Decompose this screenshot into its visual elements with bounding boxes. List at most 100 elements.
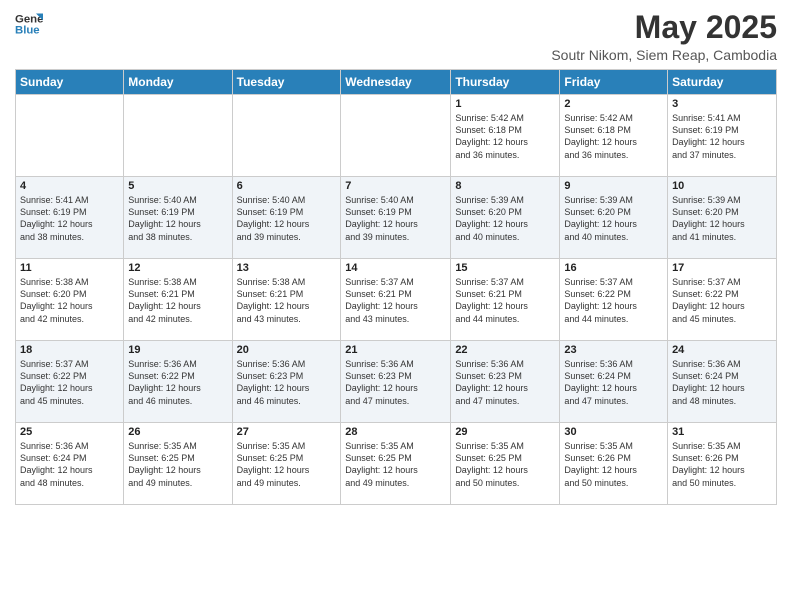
cell-info: Sunrise: 5:35 AM Sunset: 6:26 PM Dayligh… — [564, 440, 663, 489]
cell-info: Sunrise: 5:35 AM Sunset: 6:25 PM Dayligh… — [345, 440, 446, 489]
calendar-week-row: 1 Sunrise: 5:42 AM Sunset: 6:18 PM Daylig… — [16, 95, 777, 177]
day-number: 14 — [345, 262, 446, 274]
calendar-cell: 24Sunrise: 5:36 AM Sunset: 6:24 PM Dayli… — [668, 341, 777, 423]
calendar-cell: 20 Sunrise: 5:36 AM Sunset: 6:23 PM Dayli… — [232, 341, 341, 423]
calendar-cell: 27Sunrise: 5:35 AM Sunset: 6:25 PM Dayli… — [232, 423, 341, 505]
cell-info: Sunrise: 5:39 AM Sunset: 6:20 PM Dayligh… — [455, 194, 555, 243]
day-number: 20 — [237, 344, 337, 356]
day-header-thursday: Thursday — [451, 70, 560, 95]
calendar-cell: 2Sunrise: 5:42 AM Sunset: 6:18 PM Daylig… — [560, 95, 668, 177]
cell-info: Sunrise: 5:35 AM Sunset: 6:25 PM Dayligh… — [455, 440, 555, 489]
calendar-cell: 23 Sunrise: 5:36 AM Sunset: 6:24 PM Dayli… — [560, 341, 668, 423]
calendar-cell: 1 Sunrise: 5:42 AM Sunset: 6:18 PM Daylig… — [451, 95, 560, 177]
day-number: 15 — [455, 262, 555, 274]
day-number: 12 — [128, 262, 227, 274]
cell-info: Sunrise: 5:40 AM Sunset: 6:19 PM Dayligh… — [128, 194, 227, 243]
calendar-week-row: 11 Sunrise: 5:38 AM Sunset: 6:20 PM Dayli… — [16, 259, 777, 341]
month-title: May 2025 — [551, 10, 777, 45]
cell-info: Sunrise: 5:41 AM Sunset: 6:19 PM Dayligh… — [672, 112, 772, 161]
cell-info: Sunrise: 5:35 AM Sunset: 6:26 PM Dayligh… — [672, 440, 772, 489]
calendar-cell: 7 Sunrise: 5:40 AM Sunset: 6:19 PM Daylig… — [341, 177, 451, 259]
calendar-week-row: 4 Sunrise: 5:41 AM Sunset: 6:19 PM Daylig… — [16, 177, 777, 259]
calendar-cell — [124, 95, 232, 177]
calendar-cell: 15Sunrise: 5:37 AM Sunset: 6:21 PM Dayli… — [451, 259, 560, 341]
day-number: 5 — [128, 180, 227, 192]
day-number: 8 — [455, 180, 555, 192]
day-number: 3 — [672, 98, 772, 110]
day-number: 26 — [128, 426, 227, 438]
calendar-cell: 28Sunrise: 5:35 AM Sunset: 6:25 PM Dayli… — [341, 423, 451, 505]
day-number: 25 — [20, 426, 119, 438]
calendar-cell: 18 Sunrise: 5:37 AM Sunset: 6:22 PM Dayli… — [16, 341, 124, 423]
calendar-cell: 22 Sunrise: 5:36 AM Sunset: 6:23 PM Dayli… — [451, 341, 560, 423]
cell-info: Sunrise: 5:40 AM Sunset: 6:19 PM Dayligh… — [345, 194, 446, 243]
title-block: May 2025 Soutr Nikom, Siem Reap, Cambodi… — [551, 10, 777, 63]
calendar-cell — [16, 95, 124, 177]
day-header-saturday: Saturday — [668, 70, 777, 95]
cell-info: Sunrise: 5:39 AM Sunset: 6:20 PM Dayligh… — [672, 194, 772, 243]
calendar-cell — [232, 95, 341, 177]
calendar-cell: 14 Sunrise: 5:37 AM Sunset: 6:21 PM Dayli… — [341, 259, 451, 341]
cell-info: Sunrise: 5:39 AM Sunset: 6:20 PM Dayligh… — [564, 194, 663, 243]
cell-info: Sunrise: 5:36 AM Sunset: 6:23 PM Dayligh… — [455, 358, 555, 407]
cell-info: Sunrise: 5:36 AM Sunset: 6:23 PM Dayligh… — [345, 358, 446, 407]
calendar-cell: 21 Sunrise: 5:36 AM Sunset: 6:23 PM Dayli… — [341, 341, 451, 423]
day-number: 7 — [345, 180, 446, 192]
day-header-wednesday: Wednesday — [341, 70, 451, 95]
calendar-header-row: SundayMondayTuesdayWednesdayThursdayFrid… — [16, 70, 777, 95]
day-number: 4 — [20, 180, 119, 192]
calendar-cell: 12 Sunrise: 5:38 AM Sunset: 6:21 PM Dayli… — [124, 259, 232, 341]
calendar-cell: 4 Sunrise: 5:41 AM Sunset: 6:19 PM Daylig… — [16, 177, 124, 259]
day-number: 13 — [237, 262, 337, 274]
day-number: 31 — [672, 426, 772, 438]
cell-info: Sunrise: 5:41 AM Sunset: 6:19 PM Dayligh… — [20, 194, 119, 243]
day-number: 16 — [564, 262, 663, 274]
day-number: 21 — [345, 344, 446, 356]
calendar-week-row: 25Sunrise: 5:36 AM Sunset: 6:24 PM Dayli… — [16, 423, 777, 505]
cell-info: Sunrise: 5:36 AM Sunset: 6:24 PM Dayligh… — [672, 358, 772, 407]
day-number: 29 — [455, 426, 555, 438]
cell-info: Sunrise: 5:36 AM Sunset: 6:24 PM Dayligh… — [564, 358, 663, 407]
calendar-cell: 31 Sunrise: 5:35 AM Sunset: 6:26 PM Dayli… — [668, 423, 777, 505]
day-header-tuesday: Tuesday — [232, 70, 341, 95]
header: General Blue May 2025 Soutr Nikom, Siem … — [15, 10, 777, 63]
day-number: 17 — [672, 262, 772, 274]
cell-info: Sunrise: 5:37 AM Sunset: 6:22 PM Dayligh… — [672, 276, 772, 325]
day-header-monday: Monday — [124, 70, 232, 95]
day-number: 1 — [455, 98, 555, 110]
cell-info: Sunrise: 5:38 AM Sunset: 6:21 PM Dayligh… — [128, 276, 227, 325]
day-number: 9 — [564, 180, 663, 192]
cell-info: Sunrise: 5:37 AM Sunset: 6:22 PM Dayligh… — [564, 276, 663, 325]
cell-info: Sunrise: 5:38 AM Sunset: 6:20 PM Dayligh… — [20, 276, 119, 325]
cell-info: Sunrise: 5:36 AM Sunset: 6:22 PM Dayligh… — [128, 358, 227, 407]
day-number: 30 — [564, 426, 663, 438]
day-header-friday: Friday — [560, 70, 668, 95]
calendar-week-row: 18 Sunrise: 5:37 AM Sunset: 6:22 PM Dayli… — [16, 341, 777, 423]
calendar-cell: 10 Sunrise: 5:39 AM Sunset: 6:20 PM Dayli… — [668, 177, 777, 259]
logo-icon: General Blue — [15, 10, 43, 38]
day-number: 11 — [20, 262, 119, 274]
svg-text:Blue: Blue — [15, 25, 40, 37]
cell-info: Sunrise: 5:36 AM Sunset: 6:23 PM Dayligh… — [237, 358, 337, 407]
calendar-cell: 3 Sunrise: 5:41 AM Sunset: 6:19 PM Daylig… — [668, 95, 777, 177]
calendar: SundayMondayTuesdayWednesdayThursdayFrid… — [15, 69, 777, 505]
calendar-cell: 25Sunrise: 5:36 AM Sunset: 6:24 PM Dayli… — [16, 423, 124, 505]
cell-info: Sunrise: 5:37 AM Sunset: 6:21 PM Dayligh… — [345, 276, 446, 325]
calendar-cell: 26Sunrise: 5:35 AM Sunset: 6:25 PM Dayli… — [124, 423, 232, 505]
cell-info: Sunrise: 5:38 AM Sunset: 6:21 PM Dayligh… — [237, 276, 337, 325]
subtitle: Soutr Nikom, Siem Reap, Cambodia — [551, 47, 777, 63]
day-number: 18 — [20, 344, 119, 356]
calendar-cell: 16 Sunrise: 5:37 AM Sunset: 6:22 PM Dayli… — [560, 259, 668, 341]
cell-info: Sunrise: 5:42 AM Sunset: 6:18 PM Dayligh… — [455, 112, 555, 161]
calendar-cell — [341, 95, 451, 177]
calendar-cell: 11 Sunrise: 5:38 AM Sunset: 6:20 PM Dayli… — [16, 259, 124, 341]
day-number: 10 — [672, 180, 772, 192]
calendar-cell: 8 Sunrise: 5:39 AM Sunset: 6:20 PM Daylig… — [451, 177, 560, 259]
cell-info: Sunrise: 5:37 AM Sunset: 6:22 PM Dayligh… — [20, 358, 119, 407]
calendar-cell: 6Sunrise: 5:40 AM Sunset: 6:19 PM Daylig… — [232, 177, 341, 259]
cell-info: Sunrise: 5:40 AM Sunset: 6:19 PM Dayligh… — [237, 194, 337, 243]
day-number: 23 — [564, 344, 663, 356]
calendar-cell: 13 Sunrise: 5:38 AM Sunset: 6:21 PM Dayli… — [232, 259, 341, 341]
day-number: 22 — [455, 344, 555, 356]
calendar-cell: 29 Sunrise: 5:35 AM Sunset: 6:25 PM Dayli… — [451, 423, 560, 505]
